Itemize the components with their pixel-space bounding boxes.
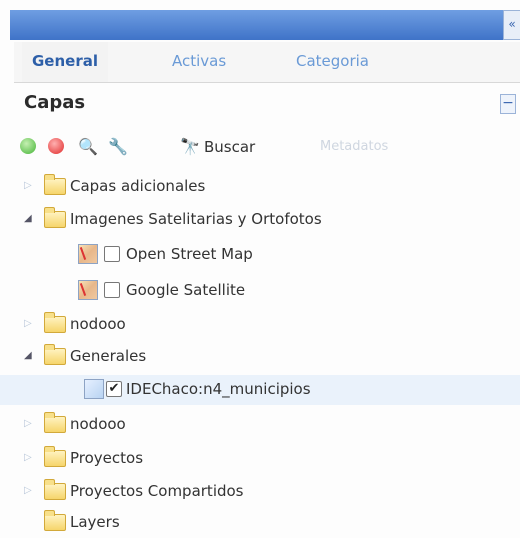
tree-node-label: Proyectos Compartidos	[70, 482, 244, 500]
folder-icon	[44, 312, 66, 333]
collapse-arrow-icon[interactable]: ◢	[24, 213, 32, 224]
tree-node-label: Generales	[70, 347, 147, 365]
folder-icon	[44, 412, 66, 433]
collapse-arrow-icon[interactable]: ◢	[24, 350, 32, 361]
tree-node-label: Layers	[70, 513, 120, 531]
expand-arrow-icon[interactable]: ▷	[24, 180, 32, 191]
buscar-button[interactable]: Buscar	[204, 138, 255, 156]
folder-icon	[44, 479, 66, 500]
wms-layer-icon	[84, 379, 104, 399]
layer-open-street-map[interactable]: Open Street Map	[0, 240, 520, 270]
layer-toolbar: 🔍 🔧 🔭 Buscar Metadatos	[20, 134, 500, 162]
tab-bar: General Activas Categoria	[14, 42, 520, 83]
expand-arrow-icon[interactable]: ▷	[24, 418, 32, 429]
layer-visibility-checkbox[interactable]: ✔	[106, 381, 122, 397]
tree-node-label: Capas adicionales	[70, 177, 206, 195]
folder-icon	[44, 207, 66, 228]
tree-node-label: nodooo	[70, 315, 126, 333]
metadatos-button[interactable]: Metadatos	[320, 139, 388, 154]
tree-node-proyectos[interactable]: ▷ Proyectos	[0, 444, 520, 474]
folder-icon	[44, 174, 66, 195]
tree-node-nodooo[interactable]: ▷ nodooo	[0, 410, 520, 440]
tree-node-layers[interactable]: Layers	[0, 508, 520, 538]
expand-arrow-icon[interactable]: ▷	[24, 452, 32, 463]
expand-arrow-icon[interactable]: ▷	[24, 485, 32, 496]
expand-arrow-icon[interactable]: ▷	[24, 318, 32, 329]
layer-label: Open Street Map	[126, 245, 253, 263]
binoculars-icon[interactable]: 🔭	[180, 138, 200, 156]
folder-icon	[44, 446, 66, 467]
tree-node-proyectos-compartidos[interactable]: ▷ Proyectos Compartidos	[0, 477, 520, 507]
tab-activas[interactable]: Activas	[162, 42, 236, 82]
tab-general[interactable]: General	[22, 42, 108, 82]
layer-label: Google Satellite	[126, 281, 246, 299]
layer-label: IDEChaco:n4_municipios	[126, 380, 311, 398]
tree-node-label: Proyectos	[70, 449, 144, 467]
zoom-icon[interactable]: 🔍	[78, 138, 98, 156]
panel-title: Capas	[24, 92, 86, 113]
collapse-layers-button[interactable]: −	[500, 94, 516, 114]
map-layer-icon	[78, 244, 98, 264]
layer-visibility-checkbox[interactable]	[104, 282, 120, 298]
folder-icon	[44, 344, 66, 365]
wrench-icon[interactable]: 🔧	[108, 138, 128, 156]
map-layer-icon	[78, 280, 98, 300]
tree-node-generales[interactable]: ◢ Generales	[0, 342, 520, 372]
remove-icon[interactable]	[48, 138, 64, 154]
tree-node-capas-adicionales[interactable]: ▷ Capas adicionales	[0, 172, 520, 202]
add-icon[interactable]	[20, 138, 36, 154]
tree-node-label: nodooo	[70, 415, 126, 433]
collapse-panel-button[interactable]: «	[503, 10, 520, 40]
folder-icon	[44, 510, 66, 531]
layer-google-satellite[interactable]: Google Satellite	[0, 276, 520, 306]
tree-node-nodooo[interactable]: ▷ nodooo	[0, 310, 520, 340]
layer-visibility-checkbox[interactable]	[104, 246, 120, 262]
tab-categoria[interactable]: Categoria	[286, 42, 379, 82]
tree-node-imagenes-satelitarias[interactable]: ◢ Imagenes Satelitarias y Ortofotos	[0, 205, 520, 235]
layer-idechaco-municipios[interactable]: ✔ IDEChaco:n4_municipios	[0, 375, 520, 405]
tree-node-label: Imagenes Satelitarias y Ortofotos	[70, 210, 322, 228]
top-header-bar	[10, 10, 520, 40]
